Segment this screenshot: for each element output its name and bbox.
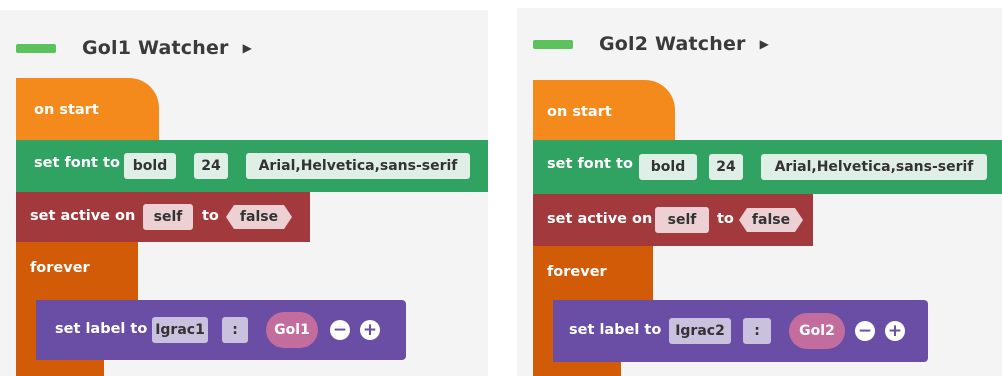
forever-arm (533, 300, 553, 376)
font-family-field[interactable]: Arial,Helvetica,sans-serif (761, 154, 987, 180)
to-label: to (717, 211, 734, 227)
set-font-block[interactable]: set font to bold 24 Arial,Helvetica,sans… (16, 140, 488, 192)
on-start-label: on start (34, 102, 99, 118)
set-active-label: set active on (547, 211, 653, 227)
sprite-title: Gol1 Watcher (82, 37, 229, 59)
forever-bottom (36, 360, 104, 376)
to-label: to (202, 208, 219, 224)
target-field[interactable]: self (143, 204, 193, 230)
separator-field[interactable]: : (222, 317, 248, 343)
set-active-block[interactable]: set active on self to false (533, 194, 813, 246)
forever-block[interactable]: forever (533, 246, 653, 300)
forever-label: forever (30, 260, 90, 276)
boolean-field[interactable]: false (226, 205, 292, 229)
forever-bottom (553, 360, 621, 376)
triangle-right-icon[interactable]: ▶ (243, 41, 252, 55)
sprite-header[interactable]: Gol2 Watcher ▶ (533, 32, 769, 56)
sprite-title: Gol2 Watcher (599, 33, 746, 55)
on-start-label: on start (547, 104, 612, 120)
workspace-right: Gol2 Watcher ▶ on start set font to bold… (517, 8, 1002, 376)
set-label-label: set label to (569, 322, 662, 338)
variable-oval[interactable]: Gol2 (789, 313, 845, 349)
minus-circle-icon[interactable]: − (330, 320, 350, 340)
font-weight-field[interactable]: bold (639, 154, 697, 180)
set-font-block[interactable]: set font to bold 24 Arial,Helvetica,sans… (533, 140, 1002, 194)
target-field[interactable]: self (655, 207, 709, 233)
on-start-block[interactable]: on start (533, 80, 675, 140)
sprite-header[interactable]: Gol1 Watcher ▶ (16, 36, 252, 60)
label-text-field[interactable]: Igrac2 (669, 318, 731, 344)
set-font-label: set font to (34, 155, 120, 171)
set-active-label: set active on (30, 208, 136, 224)
minus-circle-icon[interactable]: − (855, 321, 875, 341)
set-font-label: set font to (547, 156, 633, 172)
forever-block[interactable]: forever (16, 242, 138, 300)
separator-field[interactable]: : (743, 318, 771, 344)
forever-label: forever (547, 264, 607, 280)
set-label-block[interactable]: set label to Igrac1 : Gol1 − + (36, 300, 406, 360)
font-size-field[interactable]: 24 (194, 153, 228, 179)
plus-circle-icon[interactable]: + (885, 321, 905, 341)
forever-arm (16, 300, 36, 376)
set-label-block[interactable]: set label to Igrac2 : Gol2 − + (553, 300, 928, 362)
set-label-label: set label to (55, 321, 148, 337)
font-family-field[interactable]: Arial,Helvetica,sans-serif (246, 153, 470, 179)
font-size-field[interactable]: 24 (709, 154, 743, 180)
sprite-color-bar (533, 39, 573, 49)
sprite-color-bar (16, 43, 56, 53)
triangle-right-icon[interactable]: ▶ (760, 37, 769, 51)
plus-circle-icon[interactable]: + (360, 320, 380, 340)
boolean-field[interactable]: false (739, 208, 803, 232)
label-text-field[interactable]: Igrac1 (152, 317, 208, 343)
workspace-left: Gol1 Watcher ▶ on start set font to bold… (0, 10, 488, 376)
variable-oval[interactable]: Gol1 (266, 312, 318, 348)
on-start-block[interactable]: on start (16, 78, 159, 140)
font-weight-field[interactable]: bold (124, 153, 176, 179)
set-active-block[interactable]: set active on self to false (16, 192, 310, 242)
